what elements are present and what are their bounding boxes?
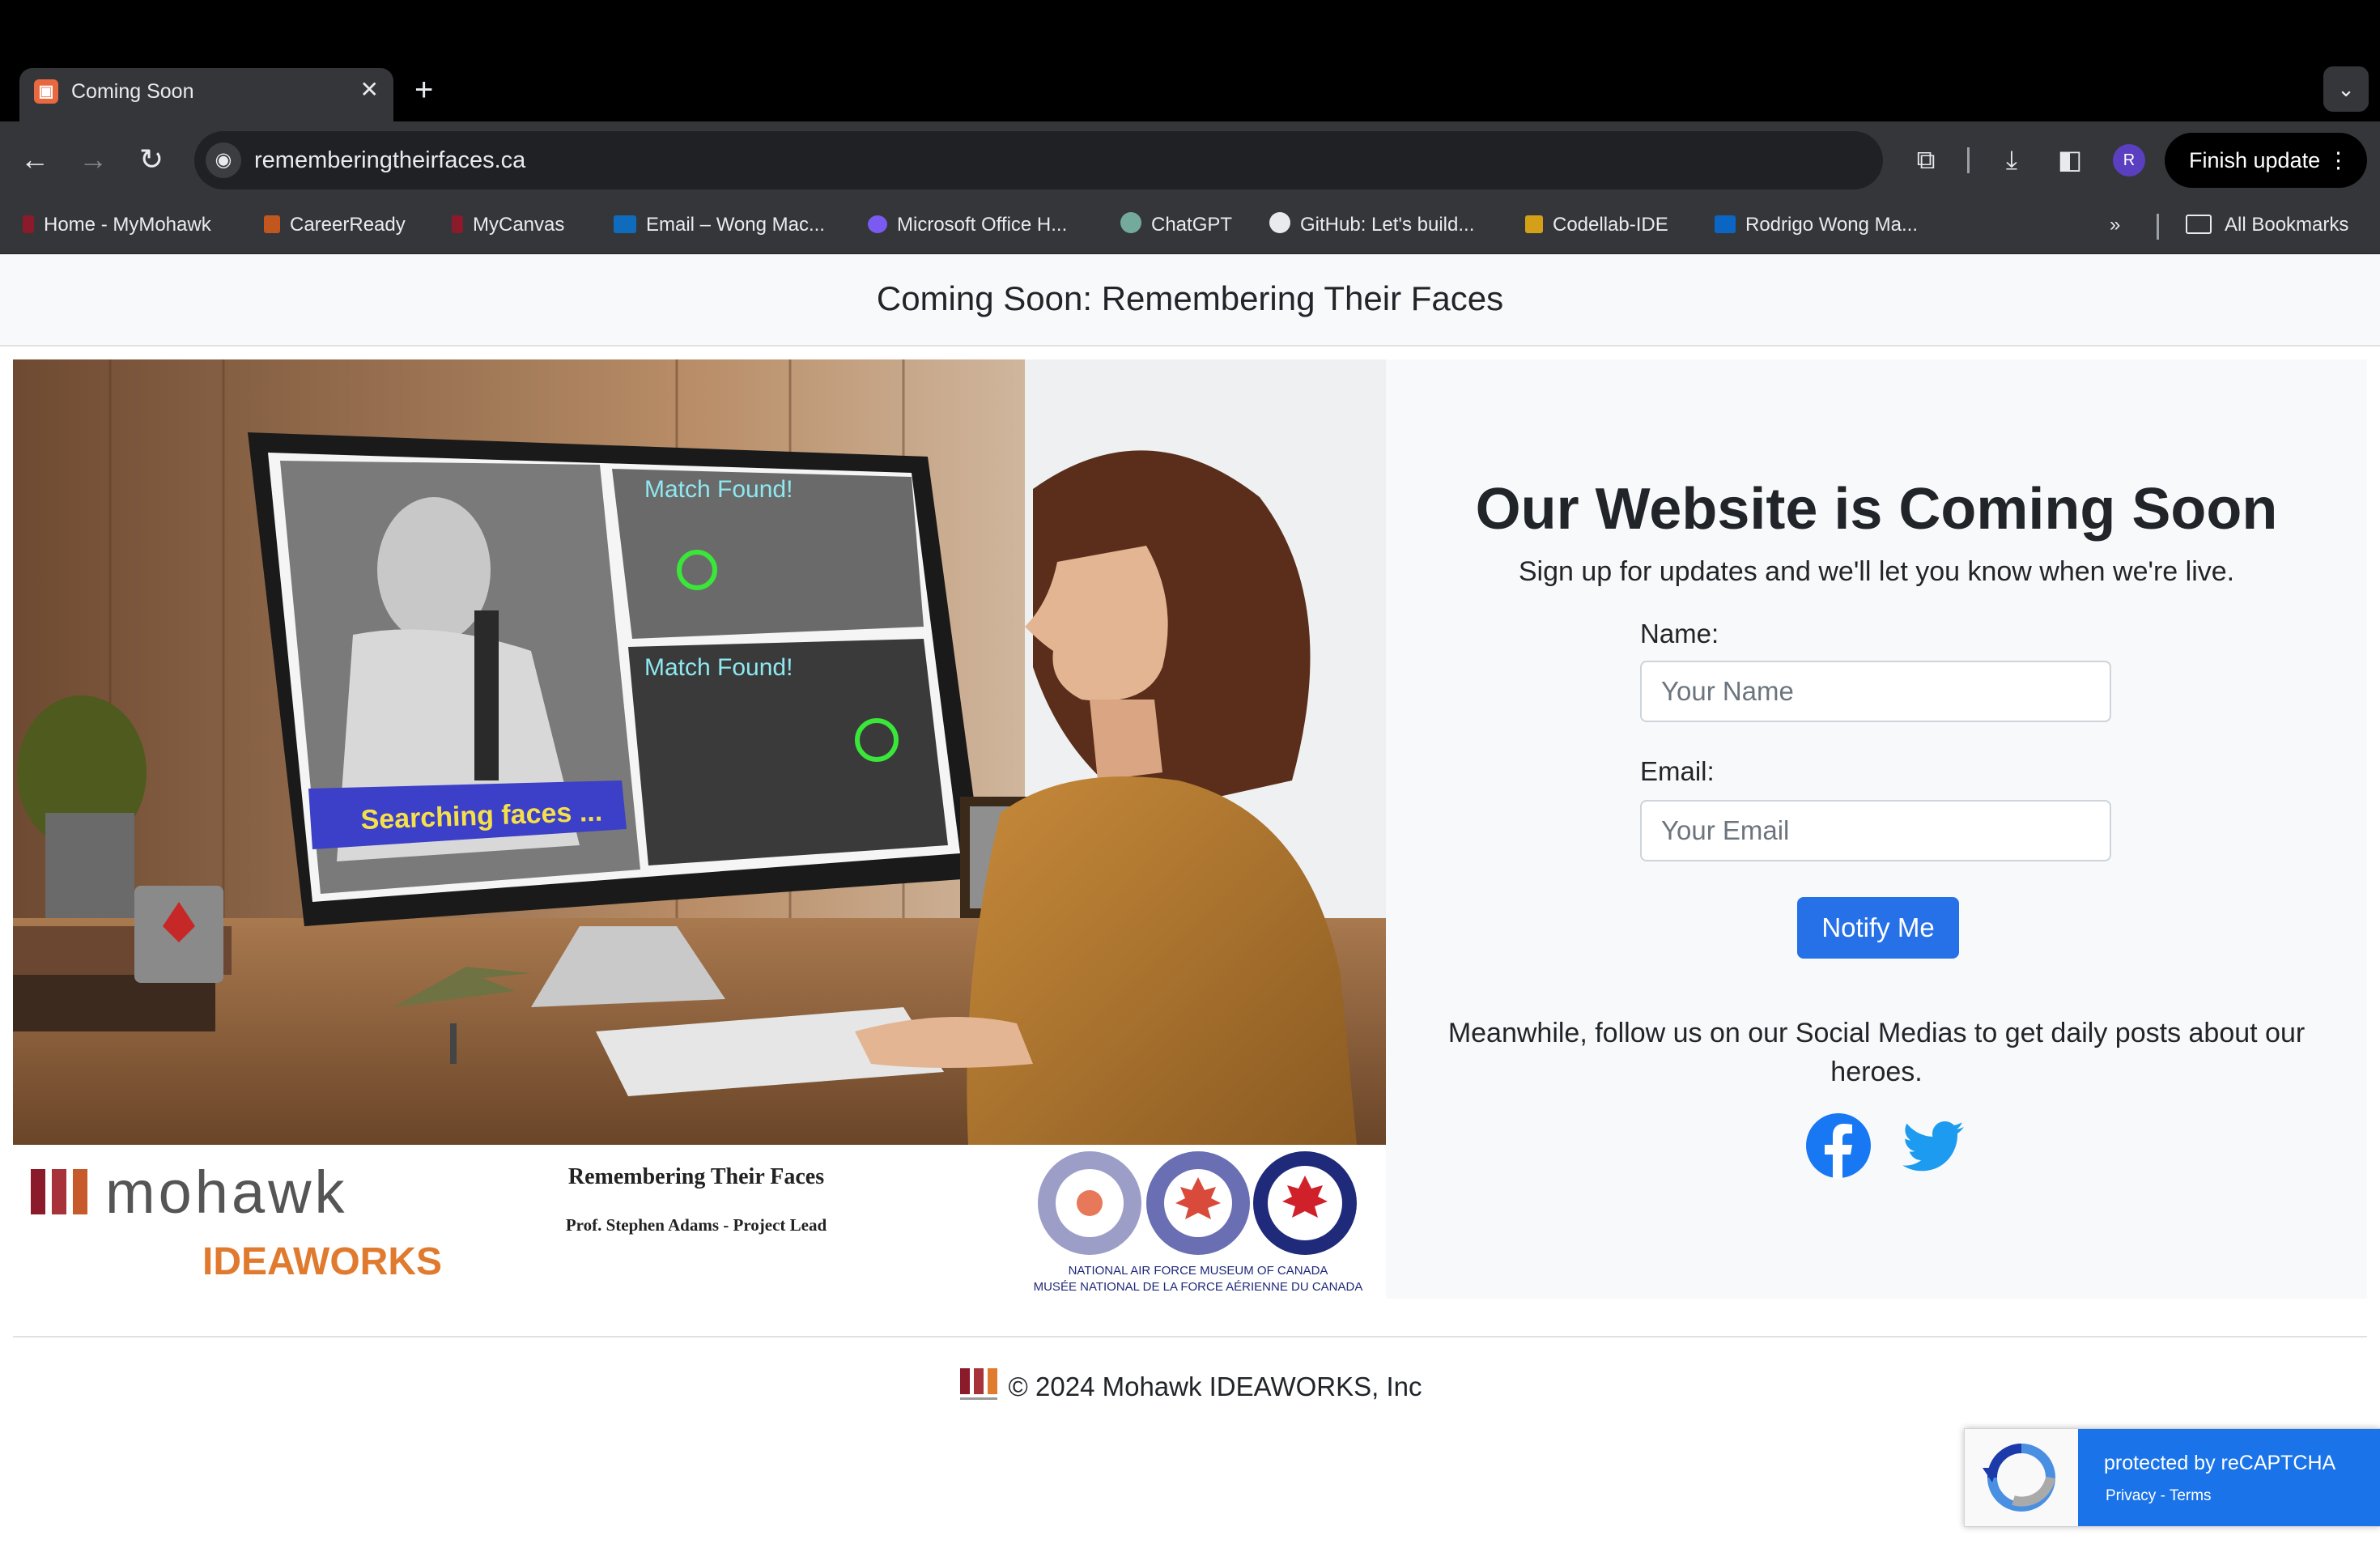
download-icon[interactable]: ⤓ (1991, 139, 2032, 180)
bookmarks-bar: Home - MyMohawk CareerReady MyCanvas Ema… (0, 199, 2380, 254)
bookmark-microsoft-office[interactable]: Microsoft Office H... (868, 211, 1067, 240)
bookmark-codellab[interactable]: Codellab-IDE (1525, 211, 1668, 240)
forward-arrow-icon[interactable]: → (73, 139, 113, 180)
email-input[interactable] (1640, 800, 2111, 861)
linkedin-icon (1715, 215, 1736, 233)
recaptcha-icon (1983, 1444, 2055, 1512)
site-favicon-icon: ▣ (34, 79, 58, 104)
side-panel-icon[interactable]: ◧ (2050, 139, 2090, 180)
mohawk-wordmark: mohawk (105, 1159, 348, 1226)
page-content: Coming Soon: Remembering Their Faces Sea… (0, 254, 2380, 1548)
back-arrow-icon[interactable]: ← (15, 139, 55, 180)
codellab-icon (1525, 215, 1543, 233)
folder-icon (2186, 215, 2212, 234)
browser-tab[interactable]: ▣ Coming Soon ✕ (19, 68, 393, 121)
finish-update-button[interactable]: Finish update ⋮ (2165, 133, 2367, 188)
recaptcha-info: protected by reCAPTCHA Privacy - Terms (2078, 1429, 2380, 1526)
bookmark-home-mymohawk[interactable]: Home - MyMohawk (23, 211, 211, 240)
tab-search-chevron-icon[interactable]: ⌄ (2323, 66, 2369, 112)
follow-social-text: Meanwhile, follow us on our Social Media… (1447, 1018, 2306, 1087)
hero-illustration: Searching faces ... Match Found! Match F… (13, 359, 1386, 1145)
name-label: Name: (1640, 619, 1719, 649)
mohawk-footer-logo-icon (959, 1368, 997, 1400)
facebook-icon[interactable] (1805, 1112, 1872, 1179)
github-icon (1269, 212, 1290, 233)
tab-title: Coming Soon (71, 80, 194, 103)
browser-titlebar: ▣ Coming Soon ✕ + ⌄ (0, 0, 2380, 121)
project-title-text: Remembering Their Faces (568, 1164, 824, 1189)
careerready-icon (264, 215, 280, 233)
extensions-puzzle-icon[interactable]: ⧉ (1906, 139, 1946, 180)
toolbar-separator (1967, 147, 1970, 173)
signup-panel: Our Website is Coming Soon Sign up for u… (1386, 359, 2367, 1299)
new-tab-icon[interactable]: + (414, 71, 433, 108)
mohawk-icon (452, 215, 463, 233)
copyright-text: © 2024 Mohawk IDEAWORKS, Inc (1008, 1372, 1422, 1401)
page-title: Coming Soon: Remembering Their Faces (876, 279, 1504, 317)
bookmark-linkedin[interactable]: Rodrigo Wong Ma... (1715, 211, 1918, 240)
mohawk-logo-bar-3 (73, 1169, 87, 1214)
mohawk-logo-bar-1 (31, 1169, 45, 1214)
museum-name-fr: MUSÉE NATIONAL DE LA FORCE AÉRIENNE DU C… (1034, 1280, 1363, 1294)
mohawk-logo-bar-2 (52, 1169, 66, 1214)
finish-update-label: Finish update (2189, 148, 2321, 172)
bookmark-label: ChatGPT (1151, 214, 1233, 236)
notify-me-button[interactable]: Notify Me (1797, 897, 1959, 959)
office-icon (868, 215, 887, 233)
match-found-label-1: Match Found! (644, 476, 793, 503)
name-input[interactable] (1640, 661, 2111, 722)
reload-icon[interactable]: ↻ (131, 139, 172, 180)
bookmark-label: MyCanvas (473, 214, 565, 236)
coming-soon-heading: Our Website is Coming Soon (1475, 477, 2278, 542)
match-found-label-2: Match Found! (644, 654, 793, 681)
browser-toolbar: ← → ↻ ◉ rememberingtheirfaces.ca ⧉ ⤓ ◧ R… (0, 121, 2380, 199)
email-label: Email: (1640, 756, 1715, 786)
chatgpt-icon (1120, 212, 1141, 233)
profile-avatar[interactable]: R (2113, 144, 2145, 176)
hero-illustration-svg: Searching faces ... Match Found! Match F… (13, 359, 1386, 1145)
bookmark-label: Microsoft Office H... (897, 214, 1068, 236)
bookmark-label: GitHub: Let's build... (1300, 214, 1475, 236)
outlook-icon (614, 215, 636, 233)
bookmarks-separator (2157, 214, 2159, 240)
more-vert-icon[interactable]: ⋮ (2327, 133, 2349, 188)
partner-logos-svg: mohawk IDEAWORKS Remembering Their Faces… (31, 1151, 1363, 1294)
project-lead-text: Prof. Stephen Adams - Project Lead (566, 1215, 827, 1235)
more-bookmarks-chevron-icon[interactable]: » (2110, 211, 2120, 240)
mohawk-icon (23, 215, 34, 233)
twitter-icon[interactable] (1901, 1112, 1967, 1179)
partner-logos: mohawk IDEAWORKS Remembering Their Faces… (13, 1145, 1386, 1299)
url-text[interactable]: rememberingtheirfaces.ca (254, 146, 525, 175)
bookmark-chatgpt[interactable]: ChatGPT (1120, 211, 1232, 240)
recaptcha-title: protected by reCAPTCHA (2104, 1452, 2336, 1474)
bookmark-mycanvas[interactable]: MyCanvas (452, 211, 564, 240)
close-tab-icon[interactable]: ✕ (360, 76, 379, 104)
bookmark-label: Codellab-IDE (1553, 214, 1668, 236)
museum-name-en: NATIONAL AIR FORCE MUSEUM OF CANADA (1069, 1264, 1328, 1278)
recaptcha-links[interactable]: Privacy - Terms (2106, 1486, 2212, 1507)
bookmark-email[interactable]: Email – Wong Mac... (614, 211, 825, 240)
coming-soon-subheading: Sign up for updates and we'll let you kn… (1518, 556, 2235, 587)
all-bookmarks-label: All Bookmarks (2225, 214, 2349, 236)
bookmark-github[interactable]: GitHub: Let's build... (1269, 211, 1474, 240)
all-bookmarks-button[interactable]: All Bookmarks (2186, 211, 2348, 240)
site-info-icon[interactable]: ◉ (206, 142, 241, 178)
footer-divider (13, 1336, 2367, 1337)
bookmark-label: Email – Wong Mac... (646, 214, 825, 236)
bookmark-label: Home - MyMohawk (44, 214, 211, 236)
footer: © 2024 Mohawk IDEAWORKS, Inc (0, 1367, 2380, 1406)
bookmark-label: CareerReady (290, 214, 406, 236)
address-bar[interactable]: ◉ rememberingtheirfaces.ca (194, 131, 1883, 189)
ideaworks-wordmark: IDEAWORKS (202, 1240, 442, 1283)
page-header: Coming Soon: Remembering Their Faces (0, 254, 2380, 347)
recaptcha-badge[interactable]: protected by reCAPTCHA Privacy - Terms (1964, 1428, 2380, 1527)
bookmark-careerready[interactable]: CareerReady (264, 211, 406, 240)
bookmark-label: Rodrigo Wong Ma... (1745, 214, 1918, 236)
